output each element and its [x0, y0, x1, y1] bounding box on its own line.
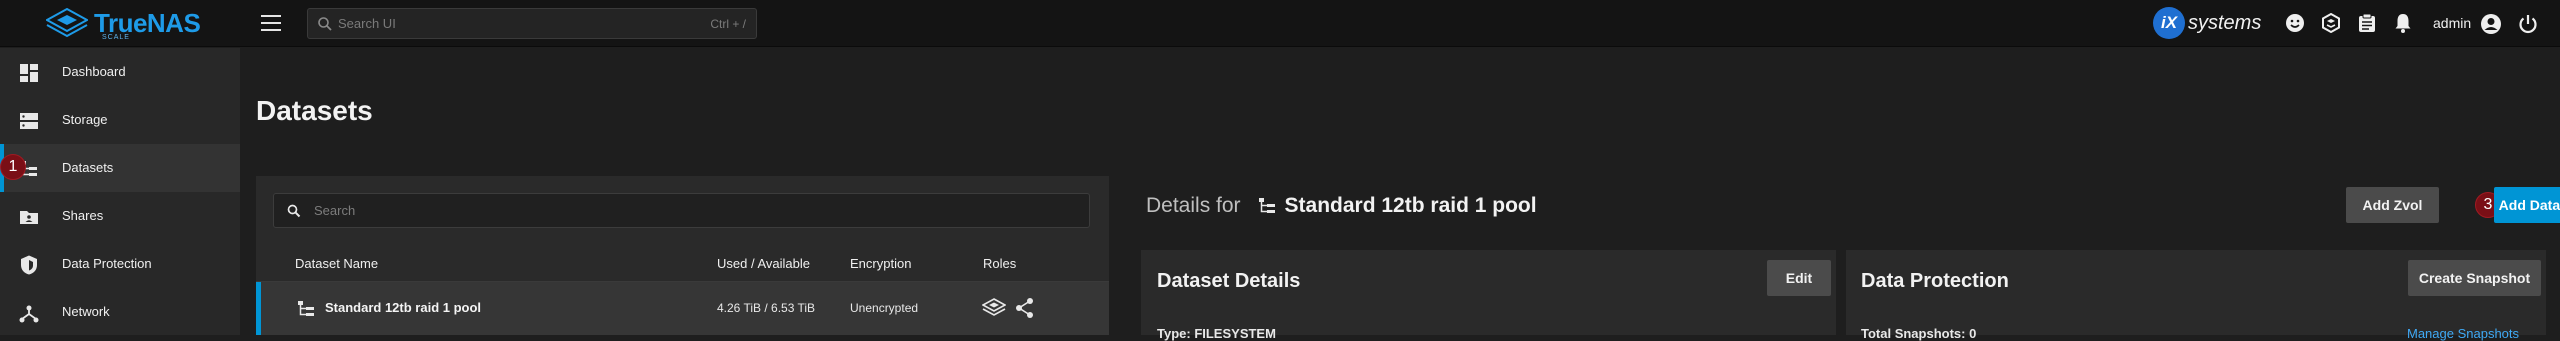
dataset-search-input[interactable]	[314, 194, 1014, 227]
details-header: Details for Standard 12tb raid 1 pool	[1146, 194, 1537, 218]
truenas-logo[interactable]: TrueNAS SCALE	[46, 5, 201, 41]
search-icon	[318, 17, 332, 31]
create-snapshot-button[interactable]: Create Snapshot	[2408, 260, 2541, 296]
alerts-icon[interactable]	[2392, 12, 2414, 34]
sidebar-item-label: Data Protection	[62, 256, 152, 271]
account-icon[interactable]	[2480, 13, 2502, 40]
dataset-name: Standard 12tb raid 1 pool	[325, 300, 482, 315]
add-zvol-button[interactable]: Add Zvol	[2346, 187, 2439, 223]
details-dataset-name: Standard 12tb raid 1 pool	[1284, 194, 1537, 217]
sidebar-item-datasets[interactable]: Datasets	[0, 144, 240, 192]
ixsystems-logo[interactable]: iX systems	[2153, 7, 2261, 39]
sidebar-item-network[interactable]: Network	[0, 288, 240, 336]
data-protection-card: Data Protection Create Snapshot Total Sn…	[1846, 250, 2546, 341]
edit-button[interactable]: Edit	[1767, 260, 1831, 296]
dataset-encryption: Unencrypted	[850, 301, 919, 315]
dataset-details-card: Dataset Details Edit Type: FILESYSTEM	[1141, 250, 1836, 341]
sidebar: Dashboard Storage Datasets Shares Data P…	[0, 48, 240, 335]
sidebar-item-shares[interactable]: Shares	[0, 192, 240, 240]
details-prefix: Details for	[1146, 194, 1241, 217]
sidebar-item-label: Network	[62, 304, 110, 319]
table-row[interactable]: Standard 12tb raid 1 pool 4.26 TiB / 6.5…	[256, 282, 1109, 335]
column-header-encryption[interactable]: Encryption	[850, 256, 911, 271]
dataset-tree-panel: Dataset Name Used / Available Encryption…	[256, 176, 1109, 335]
column-header-roles[interactable]: Roles	[983, 256, 1016, 271]
total-snapshots: Total Snapshots: 0	[1861, 326, 1977, 341]
menu-toggle-icon[interactable]	[261, 15, 281, 31]
sidebar-item-dashboard[interactable]: Dashboard	[0, 48, 240, 96]
shares-icon	[20, 211, 38, 224]
power-icon[interactable]	[2517, 13, 2539, 40]
add-dataset-button[interactable]: Add Dataset	[2494, 187, 2560, 223]
step-marker: 1	[0, 154, 26, 180]
global-search-input[interactable]	[338, 9, 698, 38]
ix-systems-text: systems	[2188, 11, 2262, 34]
ix-badge: iX	[2153, 7, 2185, 39]
column-header-used[interactable]: Used / Available	[717, 256, 810, 271]
truecommand-icon[interactable]	[2320, 12, 2342, 34]
dataset-tree-icon	[1258, 198, 1275, 213]
dataset-tree-icon	[298, 301, 314, 316]
page-title: Datasets	[256, 95, 373, 126]
username-label[interactable]: admin	[2433, 15, 2471, 31]
dataset-used-available: 4.26 TiB / 6.53 TiB	[717, 301, 816, 315]
column-header-name[interactable]: Dataset Name	[295, 256, 378, 271]
card-title: Dataset Details	[1157, 270, 1301, 292]
dashboard-icon	[20, 64, 38, 82]
share-icon	[1016, 298, 1033, 318]
manage-snapshots-link[interactable]: Manage Snapshots	[2407, 326, 2519, 341]
top-bar: TrueNAS SCALE Ctrl + / iX systems admin	[0, 0, 2560, 47]
dataset-search[interactable]	[273, 193, 1090, 228]
network-icon	[19, 305, 39, 323]
sidebar-item-data-protection[interactable]: Data Protection	[0, 240, 240, 288]
sidebar-item-label: Storage	[62, 112, 108, 127]
truenas-role-icon	[982, 298, 1006, 316]
global-search[interactable]: Ctrl + /	[307, 8, 757, 39]
sidebar-item-label: Datasets	[62, 160, 114, 175]
storage-icon	[20, 113, 38, 129]
top-icons	[2284, 12, 2428, 34]
dataset-type: Type: FILESYSTEM	[1157, 326, 1276, 341]
search-icon	[287, 204, 301, 218]
search-shortcut-hint: Ctrl + /	[710, 17, 746, 31]
sidebar-item-label: Shares	[62, 208, 104, 223]
sidebar-item-storage[interactable]: Storage	[0, 96, 240, 144]
jobs-icon[interactable]	[2356, 12, 2378, 34]
sidebar-item-label: Dashboard	[62, 64, 126, 79]
card-title: Data Protection	[1861, 270, 2009, 292]
feedback-icon[interactable]	[2284, 12, 2306, 34]
shield-icon	[21, 255, 37, 275]
brand-edition: SCALE	[102, 34, 130, 41]
truenas-logo-icon	[46, 8, 88, 38]
